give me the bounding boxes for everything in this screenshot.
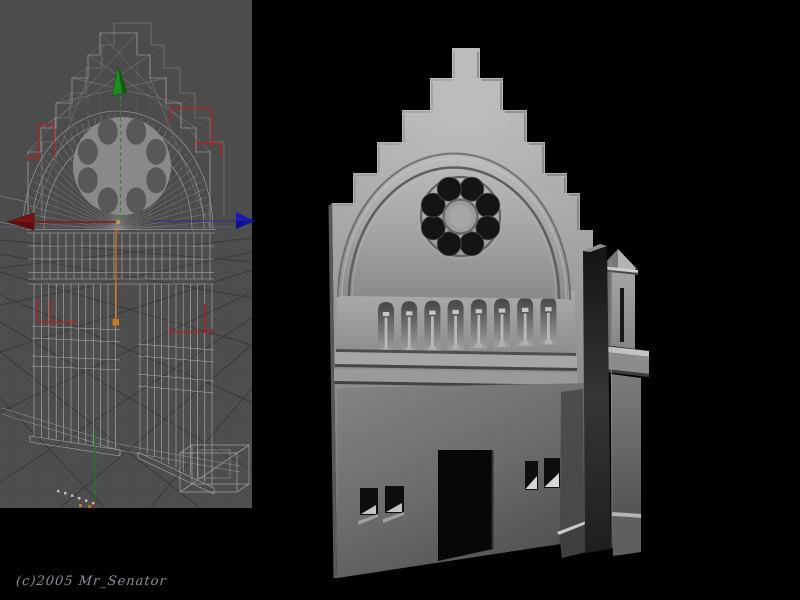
- turret-pediment-right: [618, 249, 637, 269]
- rendered-building: [328, 48, 649, 578]
- tower-front-pilaster: [583, 245, 611, 553]
- rose-window: [418, 174, 503, 259]
- tower-shaft: [611, 374, 641, 518]
- wireframe-viewport[interactable]: [0, 0, 256, 508]
- doorway: [438, 450, 494, 561]
- tower-shadow-strip: [560, 389, 584, 543]
- gizmo-screen-handle[interactable]: [112, 319, 120, 326]
- rose-window-wireframe: [73, 117, 171, 215]
- watermark: (c)2005 Mr_Senator: [15, 574, 168, 589]
- gizmo-center[interactable]: [116, 220, 120, 224]
- application-canvas: (c)2005 Mr_Senator: [0, 0, 800, 600]
- ground-texture: [0, 228, 252, 508]
- turret-slit-window: [620, 288, 624, 342]
